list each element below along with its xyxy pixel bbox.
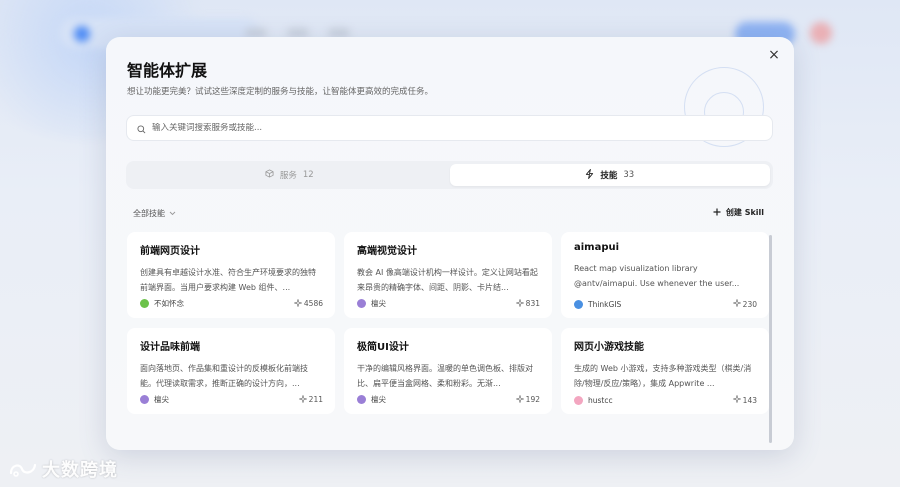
- create-skill-label: 创建 Skill: [725, 208, 764, 217]
- search-box[interactable]: [126, 115, 773, 141]
- tab-services-label: 服务: [279, 171, 297, 181]
- skill-card[interactable]: 网页小游戏技能 生成的 Web 小游戏，支持多种游戏类型（棋类/消除/物理/反应…: [561, 328, 769, 414]
- tab-bar: 服务 12 技能 33: [126, 161, 773, 189]
- skill-card-author: 檀尖: [357, 298, 386, 309]
- search-input[interactable]: [152, 123, 742, 133]
- stars-count: 211: [308, 395, 323, 404]
- sparkle-icon: [514, 297, 525, 309]
- avatar: [140, 299, 149, 308]
- watermark-logo-icon: [8, 459, 38, 479]
- skill-card-description: 创建具有卓越设计水准、符合生产环境要求的独特前端界面。当用户要求构建 Web 组…: [140, 268, 316, 292]
- author-name: 檀尖: [371, 395, 386, 404]
- tab-skills[interactable]: 技能 33: [449, 164, 770, 186]
- dialog-subtitle: 想让功能更完美？试试这些深度定制的服务与技能，让智能体更高效的完成任务。: [127, 87, 434, 97]
- tab-skills-label: 技能: [600, 171, 618, 181]
- skill-card-title: 前端网页设计: [140, 246, 200, 257]
- author-name: 不如怀念: [154, 299, 184, 308]
- stars-count: 4586: [303, 299, 323, 308]
- skill-card-stars: 831: [514, 297, 540, 309]
- skill-card-author: hustcc: [574, 395, 613, 405]
- stars-count: 143: [742, 395, 757, 405]
- skill-card-description: 生成的 Web 小游戏，支持多种游戏类型（棋类/消除/物理/反应/策略），集成 …: [574, 364, 752, 388]
- author-name: 檀尖: [154, 395, 169, 404]
- lightning-icon: [585, 168, 594, 182]
- extensions-dialog: × 智能体扩展 想让功能更完美？试试这些深度定制的服务与技能，让智能体更高效的完…: [106, 37, 794, 450]
- stars-count: 831: [525, 299, 540, 308]
- avatar: [140, 395, 149, 404]
- sparkle-icon: [514, 393, 525, 405]
- dialog-title: 智能体扩展: [127, 61, 208, 80]
- sparkle-icon: [293, 297, 303, 309]
- skill-grid: 前端网页设计 创建具有卓越设计水准、符合生产环境要求的独特前端界面。当用户要求构…: [127, 232, 769, 414]
- filter-dropdown[interactable]: 全部技能: [133, 208, 176, 219]
- skill-card-stars: 143: [731, 394, 757, 405]
- skill-card[interactable]: 高端视觉设计 教会 AI 像高端设计机构一样设计。定义让网站看起来昂贵的精确字体…: [344, 232, 552, 318]
- skill-card-description: React map visualization library @antv/ai…: [574, 264, 740, 288]
- chevron-down-icon: [169, 209, 176, 218]
- skill-card-author: ThinkGIS: [574, 299, 622, 309]
- close-icon: ×: [768, 47, 780, 63]
- sparkle-icon: [297, 393, 308, 405]
- author-name: ThinkGIS: [588, 299, 622, 309]
- skill-card-title: aimapui: [574, 242, 620, 253]
- box-icon: [265, 169, 274, 181]
- skill-card-stars: 230: [731, 298, 757, 309]
- skill-card-author: 檀尖: [140, 394, 169, 405]
- plus-icon: [713, 208, 721, 218]
- avatar: [357, 395, 366, 404]
- tab-services-count: 12: [302, 170, 314, 180]
- skill-card-title: 网页小游戏技能: [574, 342, 644, 353]
- skill-card-stars: 192: [514, 393, 540, 405]
- skill-card-title: 设计品味前端: [140, 342, 200, 353]
- skill-card-description: 教会 AI 像高端设计机构一样设计。定义让网站看起来昂贵的精确字体、间距、阴影、…: [357, 268, 538, 292]
- skill-card-title: 高端视觉设计: [357, 246, 417, 257]
- scrollbar[interactable]: [769, 235, 772, 443]
- avatar: [574, 395, 583, 405]
- skill-card[interactable]: aimapui React map visualization library …: [561, 232, 769, 318]
- create-skill-button[interactable]: 创建 Skill: [713, 207, 764, 218]
- skill-card-author: 不如怀念: [140, 298, 184, 309]
- skill-card-stars: 4586: [293, 297, 323, 309]
- skill-card-description: 干净的编辑风格界面。温暖的单色调色板、排版对比、扁平便当盒网格、柔和粉彩。无渐.…: [357, 364, 533, 388]
- skill-card-title: 极简UI设计: [357, 342, 409, 353]
- author-name: 檀尖: [371, 299, 386, 308]
- avatar: [574, 299, 583, 309]
- skill-card[interactable]: 极简UI设计 干净的编辑风格界面。温暖的单色调色板、排版对比、扁平便当盒网格、柔…: [344, 328, 552, 414]
- search-icon: [137, 119, 146, 138]
- stars-count: 230: [742, 299, 757, 309]
- skill-card[interactable]: 设计品味前端 面向落地页、作品集和重设计的反模板化前端技能。代理读取需求，推断正…: [127, 328, 335, 414]
- close-button[interactable]: ×: [766, 47, 782, 63]
- skill-card-author: 檀尖: [357, 394, 386, 405]
- author-name: hustcc: [588, 395, 613, 405]
- skill-card-stars: 211: [297, 393, 323, 405]
- sparkle-icon: [731, 298, 742, 309]
- skill-card[interactable]: 前端网页设计 创建具有卓越设计水准、符合生产环境要求的独特前端界面。当用户要求构…: [127, 232, 335, 318]
- filter-label: 全部技能: [133, 209, 165, 218]
- tab-services[interactable]: 服务 12: [129, 164, 450, 186]
- tab-skills-count: 33: [623, 170, 635, 180]
- watermark: 大数跨境: [8, 456, 118, 482]
- sparkle-icon: [731, 394, 742, 405]
- skill-card-description: 面向落地页、作品集和重设计的反模板化前端技能。代理读取需求，推断正确的设计方向，…: [140, 364, 308, 388]
- stars-count: 192: [525, 395, 540, 404]
- avatar: [357, 299, 366, 308]
- watermark-text: 大数跨境: [42, 460, 118, 481]
